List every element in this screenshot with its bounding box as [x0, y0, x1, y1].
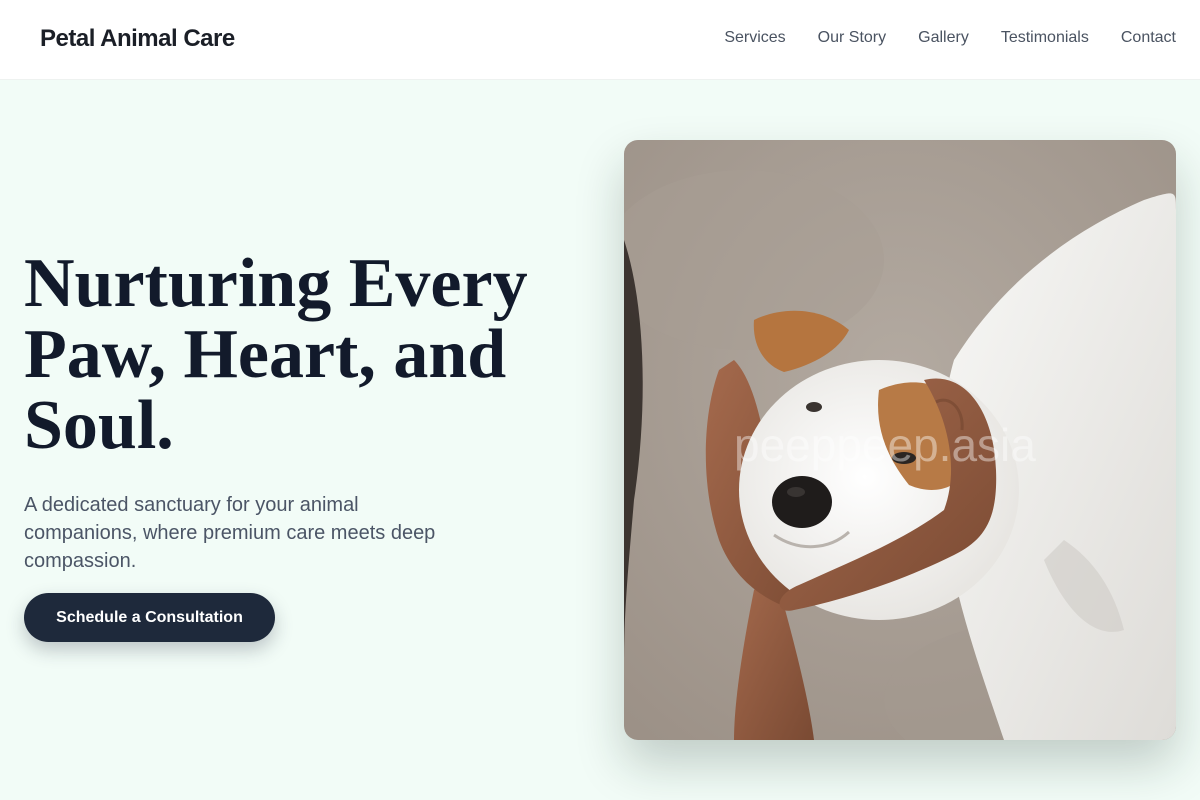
nav-link-testimonials[interactable]: Testimonials [1001, 29, 1089, 47]
top-navbar: Petal Animal Care Services Our Story Gal… [0, 0, 1200, 80]
hero-title: Nurturing Every Paw, Heart, and Soul. [24, 245, 528, 464]
nav-link-gallery[interactable]: Gallery [918, 29, 969, 47]
hero-image-puppy: peeppeep.asia [624, 140, 1176, 740]
nav-link-our-story[interactable]: Our Story [818, 29, 886, 47]
puppy-illustration [624, 140, 1176, 740]
main-nav: Services Our Story Gallery Testimonials … [724, 29, 1176, 47]
nav-link-services[interactable]: Services [724, 29, 785, 47]
hero-subtitle: A dedicated sanctuary for your animal co… [24, 494, 436, 572]
nav-link-contact[interactable]: Contact [1121, 29, 1176, 47]
schedule-consultation-button[interactable]: Schedule a Consultation [24, 593, 275, 642]
brand-logo[interactable]: Petal Animal Care [40, 25, 235, 53]
